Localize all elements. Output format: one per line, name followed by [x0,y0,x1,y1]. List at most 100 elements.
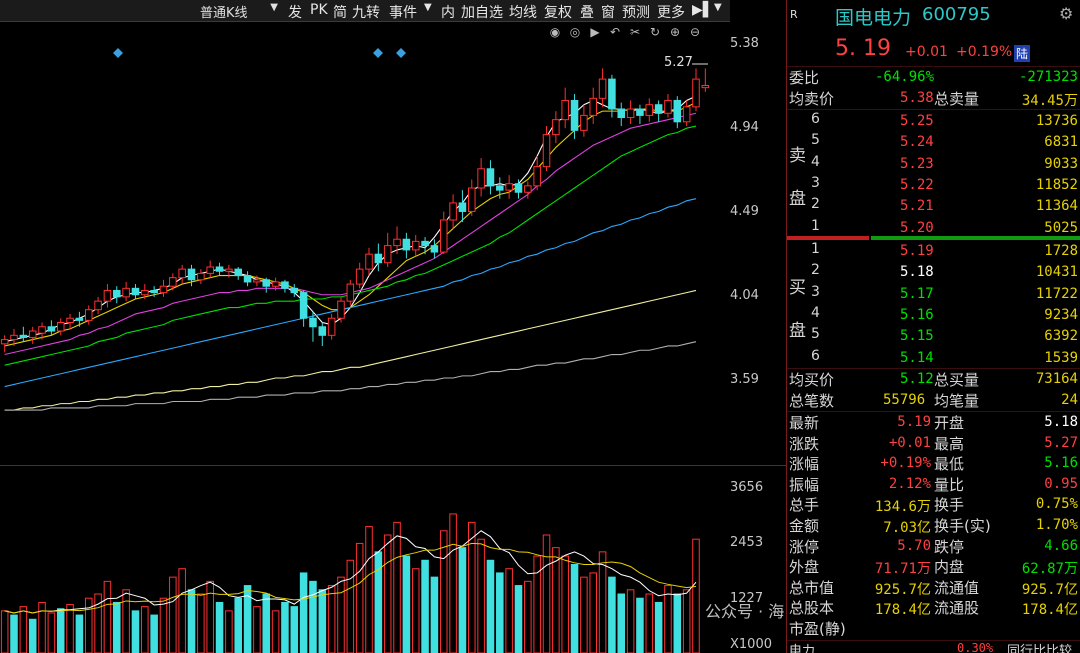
candle-body [468,187,476,212]
stat-label: 换手 [934,496,965,515]
stat-label: 总手 [789,496,820,515]
peer-compare-link[interactable]: 同行比比较 [1007,640,1072,653]
order-volume: 13736 [1035,113,1078,129]
order-volume: 11364 [1035,198,1078,215]
stat-value: 0.75% [1035,496,1078,513]
stat-label: 最新 [789,414,820,432]
toolbar-button-jiuzhuan[interactable]: 九转 [352,2,380,21]
market-badge: 陆 [1014,45,1031,62]
gear-icon[interactable]: ⚙ [1059,4,1073,23]
volume-bar [561,555,569,653]
toolbar-button-overlay[interactable]: 叠 [580,2,594,21]
order-volume: 10431 [1035,264,1078,281]
toolbar-button-fa[interactable]: 发 [288,2,302,21]
toolbar-button-more[interactable]: 更多 [657,2,685,21]
order-level: 2 [811,196,820,213]
volume-bar [355,542,364,653]
stat-value: 62.87万 [1021,561,1078,578]
candle-body [28,330,37,338]
candle-body [225,268,233,272]
event-marker-icon [373,48,383,58]
more-chevron-icon[interactable]: ▼ [714,2,722,20]
volume-bar [570,564,579,653]
order-level: 6 [811,111,820,127]
sector-label[interactable]: 电力 [789,640,815,653]
volume-bar [47,612,56,653]
candle-body [598,78,607,99]
volume-bar [645,593,654,653]
candle-body [187,268,196,281]
stat-value: 178.4亿 [1021,602,1078,619]
period-dropdown[interactable]: 普通K线 ▼ [160,2,284,21]
ma-line-ma120 [4,289,697,411]
order-price: 5.21 [900,198,934,215]
volume-bar [496,572,504,653]
volume-bar [654,601,663,653]
buy-strength-bar [871,236,1080,240]
volume-chart[interactable] [0,466,730,653]
candle-body [458,202,467,212]
order-level: 4 [811,153,820,170]
events-chevron-icon[interactable]: ▼ [424,2,432,20]
stat-label: 跌停 [934,537,965,556]
candle-body [561,99,569,121]
candle-body [570,99,579,131]
stat-label: 金额 [789,517,820,535]
sell-label-2: 盘 [789,189,806,209]
order-price: 5.17 [900,285,934,302]
order-level: 3 [811,283,820,300]
candle-body [505,183,513,191]
period-label: 普通K线 [200,6,248,21]
stat-value: 0.95 [1044,475,1078,492]
order-volume: 9234 [1044,306,1078,323]
avg-trade-vol: 24 [1061,392,1078,408]
stat-label: 振幅 [789,475,820,494]
volume-bar [598,551,607,653]
stat-label: 涨停 [789,537,820,556]
volume-bar [299,572,308,653]
candle-body [0,339,9,345]
volume-bar [346,559,355,653]
volume-bar [56,608,65,653]
toolbar-button-events[interactable]: 事件 [389,2,417,21]
volume-bar [673,593,682,653]
candle-body [346,283,355,302]
toolbar-button-window[interactable]: 窗 [601,2,615,21]
volume-bar [636,597,644,653]
toolbar-button-pk[interactable]: PK [310,2,328,20]
candle-body [113,289,121,298]
toolbar-button-jian[interactable]: 简 [333,2,347,21]
toolbar-button-nei[interactable]: 内 [441,2,455,21]
order-price: 5.15 [900,328,934,345]
order-level: 2 [811,262,820,279]
volume-bar [486,559,495,653]
watermark: 公众号 · 海 [705,602,785,621]
weibi-label: 委比 [789,69,820,87]
candle-body [243,275,252,283]
volume-bar [458,547,467,653]
order-level: 4 [811,304,820,321]
expand-icon[interactable]: ▶▌ [692,2,714,20]
volume-bar [0,610,9,653]
volume-bar [178,568,186,653]
volume-bar [327,585,336,653]
volume-bar [318,589,327,653]
order-volume: 5025 [1044,219,1078,236]
order-volume: 1539 [1044,349,1078,366]
volume-bar [262,593,271,653]
toolbar-button-adjust[interactable]: 复权 [544,2,572,21]
order-volume: 6831 [1044,134,1078,151]
stat-value: 134.6万 [874,499,931,516]
toolbar-button-forecast[interactable]: 预测 [622,2,650,21]
volume-bar [449,513,457,653]
candle-body [393,238,401,247]
stat-label: 换手(实) [934,517,991,535]
price-tick: 4.04 [730,288,759,303]
ma-line-ma250 [4,341,697,411]
candle-body [271,281,280,287]
toolbar-button-ma[interactable]: 均线 [509,2,537,21]
total-buy-label: 总买量 [934,371,980,389]
candlestick-chart[interactable] [0,22,730,465]
volume-bar [150,614,158,653]
toolbar-button-add-watchlist[interactable]: 加自选 [461,2,503,21]
